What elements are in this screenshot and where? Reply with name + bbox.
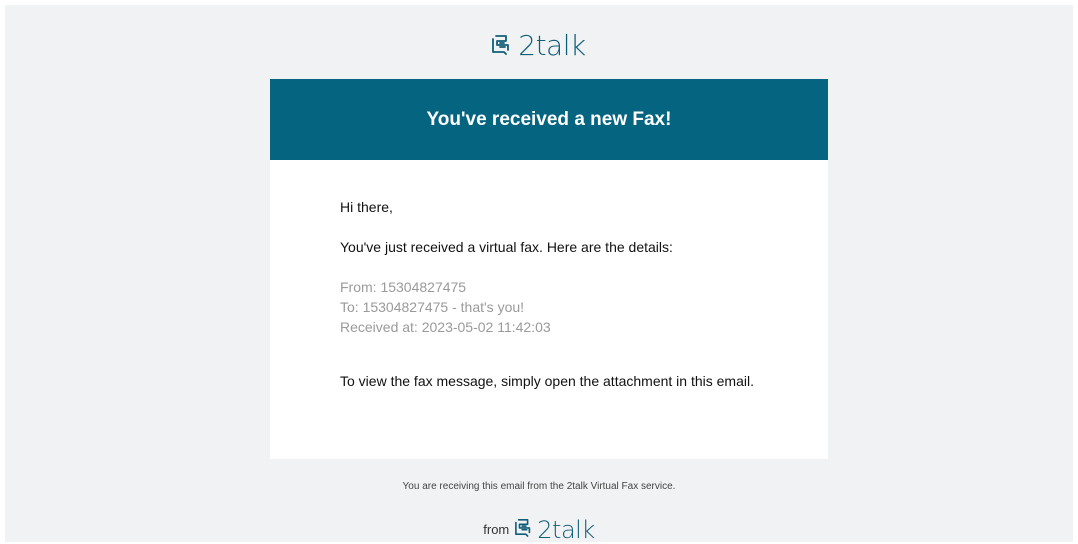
fax-details: From: 15304827475 To: 15304827475 - that… <box>340 277 551 337</box>
intro-text: You've just received a virtual fax. Here… <box>340 239 673 255</box>
banner-title: You've received a new Fax! <box>426 108 672 130</box>
email-page: 2talk You've received a new Fax! Hi ther… <box>5 5 1073 542</box>
2talk-logo-icon <box>492 33 512 60</box>
fax-to: To: 15304827475 - that's you! <box>340 299 525 315</box>
instruction-text: To view the fax message, simply open the… <box>340 373 754 389</box>
email-card: You've received a new Fax! Hi there, You… <box>270 79 828 459</box>
fax-from: From: 15304827475 <box>340 279 467 295</box>
footer-logo: from 2talk <box>5 517 1073 542</box>
header-logo: 2talk <box>5 31 1073 61</box>
from-label: from <box>483 522 510 537</box>
2talk-logo-icon <box>515 517 533 542</box>
footer-note: You are receiving this email from the 2t… <box>402 481 676 492</box>
greeting-text: Hi there, <box>340 199 393 215</box>
logo-wordmark: 2talk <box>537 515 595 544</box>
fax-received-at: Received at: 2023-05-02 11:42:03 <box>340 319 551 335</box>
banner: You've received a new Fax! <box>270 79 828 160</box>
logo-wordmark: 2talk <box>518 29 586 62</box>
